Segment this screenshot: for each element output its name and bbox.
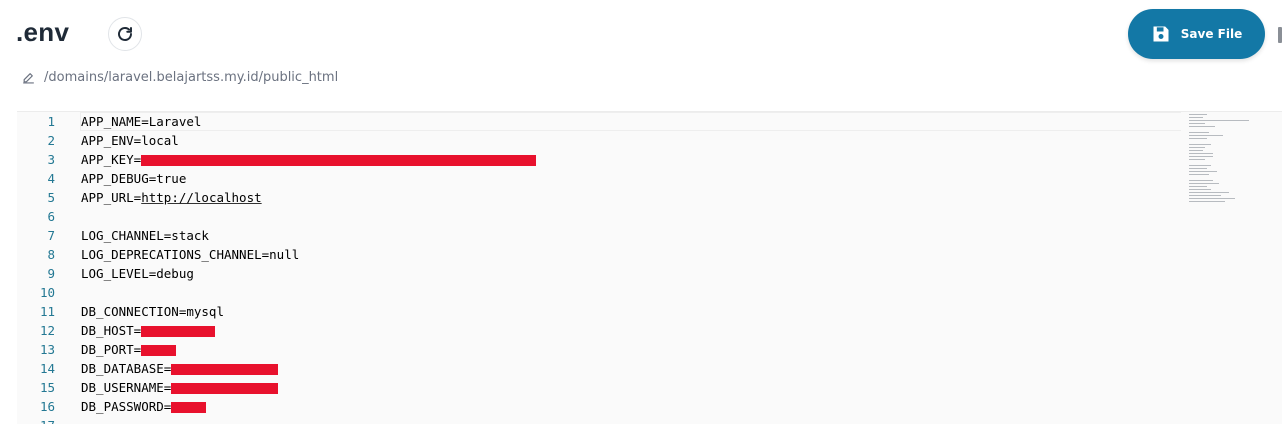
line-number: 11 xyxy=(39,304,55,319)
redaction-mark xyxy=(141,345,177,356)
code-text: LOG_DEPRECATIONS_CHANNEL=null xyxy=(81,247,300,262)
redaction-mark xyxy=(171,364,279,375)
code-text: DB_USERNAME= xyxy=(81,380,172,395)
line-number-gutter: 1 2 3 4 5 6 7 8 9 10 11 12 13 14 15 16 1… xyxy=(17,112,57,424)
code-line[interactable]: APP_DEBUG=true xyxy=(81,169,1282,188)
code-line[interactable] xyxy=(81,283,1282,302)
code-text: DB_DATABASE= xyxy=(81,361,172,376)
code-text: APP_DEBUG=true xyxy=(81,171,187,186)
code-line[interactable]: APP_KEY= xyxy=(81,150,1282,169)
code-line[interactable]: DB_DATABASE= xyxy=(81,359,1282,378)
code-text: LOG_LEVEL=debug xyxy=(81,266,194,281)
line-number: 12 xyxy=(39,323,55,338)
code-line[interactable] xyxy=(81,207,1282,226)
code-text: DB_HOST= xyxy=(81,323,142,338)
code-line[interactable]: DB_PASSWORD= xyxy=(81,397,1282,416)
save-file-label: Save File xyxy=(1180,27,1243,41)
file-title: .env xyxy=(16,17,70,47)
code-line[interactable]: DB_CONNECTION=mysql xyxy=(81,302,1282,321)
file-path-text: /domains/laravel.belajartss.my.id/public… xyxy=(44,70,339,85)
code-line[interactable]: LOG_CHANNEL=stack xyxy=(81,226,1282,245)
pencil-icon xyxy=(23,73,34,84)
edge-scroll-indicator xyxy=(1278,27,1282,43)
code-line[interactable]: DB_PORT= xyxy=(81,340,1282,359)
refresh-button[interactable] xyxy=(108,17,142,51)
line-number: 3 xyxy=(47,152,55,167)
code-editor[interactable]: 1 2 3 4 5 6 7 8 9 10 11 12 13 14 15 16 1… xyxy=(17,111,1282,424)
code-text: DB_CONNECTION=mysql xyxy=(81,304,224,319)
line-number: 14 xyxy=(39,361,55,376)
line-number: 15 xyxy=(39,380,55,395)
code-text: APP_URL= xyxy=(81,190,142,205)
code-lines[interactable]: APP_NAME=Laravel APP_ENV=local APP_KEY= … xyxy=(80,112,1282,424)
editor-minimap[interactable] xyxy=(1189,114,1253,234)
redaction-mark xyxy=(171,402,207,413)
code-text: DB_PASSWORD= xyxy=(81,399,172,414)
code-line[interactable]: LOG_LEVEL=debug xyxy=(81,264,1282,283)
save-file-button[interactable]: Save File xyxy=(1128,9,1265,59)
code-text: LOG_CHANNEL=stack xyxy=(81,228,209,243)
line-number: 1 xyxy=(47,114,55,129)
code-line[interactable]: DB_USERNAME= xyxy=(81,378,1282,397)
line-number: 4 xyxy=(47,171,55,186)
code-text: APP_KEY= xyxy=(81,152,142,167)
floppy-disk-icon xyxy=(1151,24,1171,44)
file-path: /domains/laravel.belajartss.my.id/public… xyxy=(22,70,338,85)
line-number: 7 xyxy=(47,228,55,243)
code-text: DB_PORT= xyxy=(81,342,142,357)
line-number: 8 xyxy=(47,247,55,262)
line-number: 5 xyxy=(47,190,55,205)
url-link[interactable]: http://localhost xyxy=(141,190,261,205)
line-number: 6 xyxy=(47,209,55,224)
code-line[interactable]: LOG_DEPRECATIONS_CHANNEL=null xyxy=(81,245,1282,264)
code-line[interactable]: DB_HOST= xyxy=(81,321,1282,340)
line-number: 13 xyxy=(39,342,55,357)
refresh-icon xyxy=(118,27,132,41)
line-number: 9 xyxy=(47,266,55,281)
redaction-mark xyxy=(171,383,279,394)
code-text: APP_ENV=local xyxy=(81,133,179,148)
code-line-current[interactable]: APP_NAME=Laravel xyxy=(80,112,1181,131)
code-line[interactable]: APP_URL=http://localhost xyxy=(81,188,1282,207)
code-line[interactable]: APP_ENV=local xyxy=(81,131,1282,150)
line-number: 2 xyxy=(47,133,55,148)
redaction-mark xyxy=(141,155,537,166)
line-number: 16 xyxy=(39,399,55,414)
code-text: APP_NAME=Laravel xyxy=(81,114,202,129)
redaction-mark xyxy=(141,326,216,337)
line-number: 10 xyxy=(39,285,55,300)
